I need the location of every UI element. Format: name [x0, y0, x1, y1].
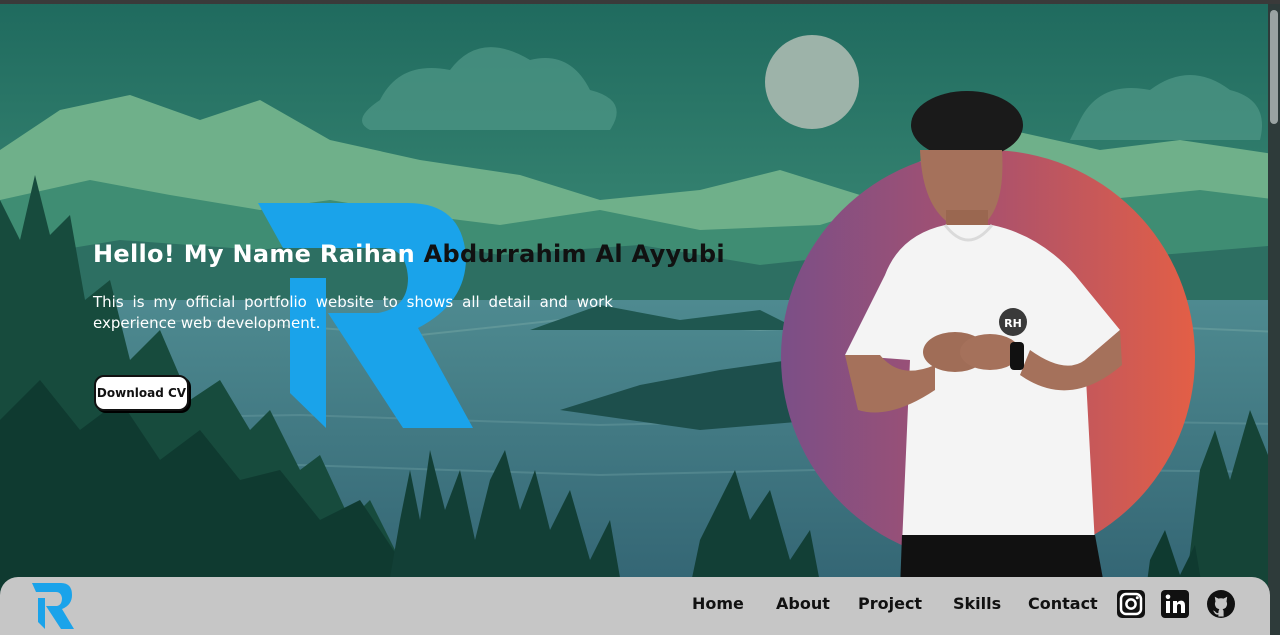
linkedin-icon[interactable]	[1160, 589, 1190, 619]
top-border	[0, 0, 1280, 4]
download-cv-button[interactable]: Download CV	[94, 375, 189, 411]
nav-link-home[interactable]: Home	[692, 594, 744, 613]
greeting-second-part: Abdurrahim Al Ayyubi	[423, 240, 725, 268]
shirt-badge-text: RH	[1004, 317, 1022, 330]
scrollbar-thumb[interactable]	[1270, 10, 1278, 124]
instagram-icon[interactable]	[1116, 589, 1146, 619]
nav-link-skills[interactable]: Skills	[953, 594, 1001, 613]
nav-link-contact[interactable]: Contact	[1028, 594, 1098, 613]
scrollbar[interactable]	[1268, 4, 1280, 635]
brand-logo-small[interactable]	[30, 583, 74, 629]
hero-section: Hello! My Name Raihan Abdurrahim Al Ayyu…	[0, 0, 1280, 635]
nav-link-project[interactable]: Project	[858, 594, 922, 613]
hero-greeting: Hello! My Name Raihan Abdurrahim Al Ayyu…	[93, 240, 725, 268]
nav-link-about[interactable]: About	[776, 594, 830, 613]
greeting-first-part: Hello! My Name Raihan	[93, 240, 415, 268]
hero-subtitle: This is my official portfolio website to…	[93, 293, 613, 332]
profile-photo: RH	[845, 91, 1122, 590]
github-icon[interactable]	[1206, 589, 1236, 619]
